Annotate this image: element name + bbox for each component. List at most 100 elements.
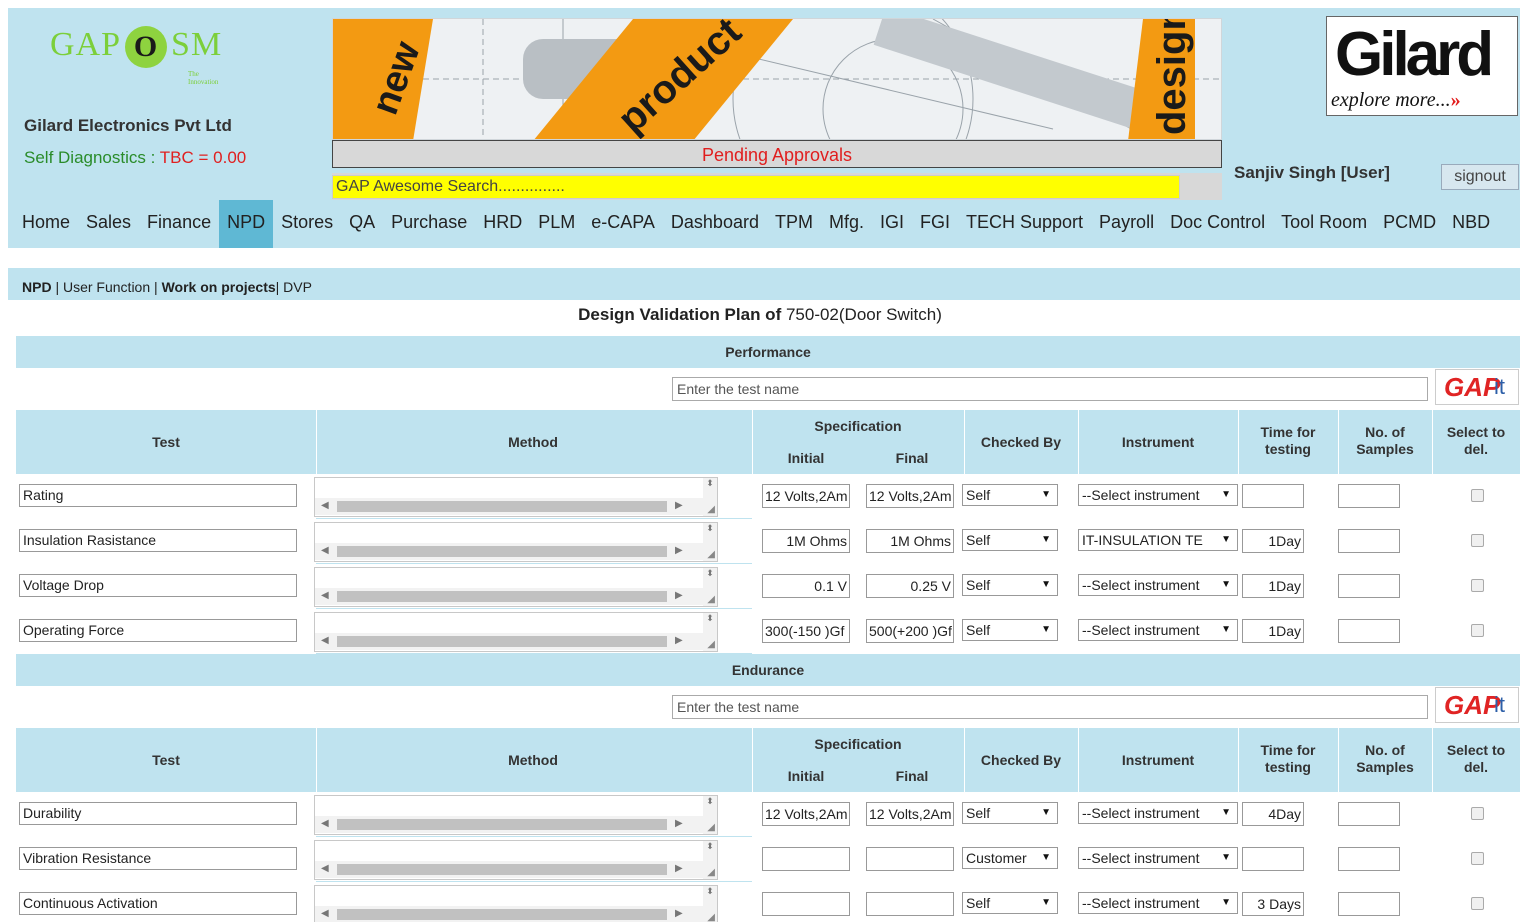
signout-button[interactable]: signout xyxy=(1441,164,1519,190)
delete-checkbox[interactable] xyxy=(1471,897,1484,910)
delete-checkbox[interactable] xyxy=(1471,579,1484,592)
spec-final-input[interactable]: 500(+200 )Gf xyxy=(866,619,954,643)
checked-by-select[interactable]: Customer ▼ xyxy=(962,847,1058,869)
spec-final-input[interactable]: 12 Volts,2Am xyxy=(866,802,954,826)
nav-item-doc-control[interactable]: Doc Control xyxy=(1162,200,1273,248)
spec-initial-input[interactable]: 300(-150 )Gf xyxy=(762,619,850,643)
resize-grip-icon[interactable]: ◢ xyxy=(707,822,715,833)
crumb-user-function[interactable]: User Function xyxy=(63,279,150,295)
test-name-input[interactable] xyxy=(672,377,1428,401)
samples-input[interactable] xyxy=(1338,529,1400,553)
resize-grip-icon[interactable]: ◢ xyxy=(707,549,715,560)
method-textarea[interactable]: ◀ ▶ ⬍ ◢ xyxy=(314,522,718,562)
nav-item-e-capa[interactable]: e-CAPA xyxy=(583,200,663,248)
samples-input[interactable] xyxy=(1338,574,1400,598)
instrument-select[interactable]: --Select instrument ▼ xyxy=(1078,847,1238,869)
nav-item-nbd[interactable]: NBD xyxy=(1444,200,1498,248)
test-name-field[interactable]: Continuous Activation xyxy=(19,892,297,915)
samples-input[interactable] xyxy=(1338,802,1400,826)
time-for-testing-input[interactable]: 3 Days xyxy=(1242,892,1304,916)
delete-checkbox[interactable] xyxy=(1471,534,1484,547)
test-name-field[interactable]: Insulation Rasistance xyxy=(19,529,297,552)
spec-final-input[interactable] xyxy=(866,847,954,871)
method-horizontal-scrollbar[interactable]: ◀ ▶ xyxy=(315,816,703,833)
test-name-input[interactable] xyxy=(672,695,1428,719)
scroll-thumb[interactable] xyxy=(337,501,667,512)
method-horizontal-scrollbar[interactable]: ◀ ▶ xyxy=(315,498,703,515)
scroll-left-icon[interactable]: ◀ xyxy=(321,590,329,601)
nav-item-plm[interactable]: PLM xyxy=(530,200,583,248)
scroll-left-icon[interactable]: ◀ xyxy=(321,863,329,874)
nav-item-finance[interactable]: Finance xyxy=(139,200,219,248)
spec-initial-input[interactable]: 12 Volts,2Am xyxy=(762,484,850,508)
scroll-right-icon[interactable]: ▶ xyxy=(675,500,683,511)
scroll-right-icon[interactable]: ▶ xyxy=(675,545,683,556)
nav-item-hrd[interactable]: HRD xyxy=(475,200,530,248)
pending-approvals-link[interactable]: Pending Approvals xyxy=(332,140,1222,168)
scroll-left-icon[interactable]: ◀ xyxy=(321,545,329,556)
scroll-right-icon[interactable]: ▶ xyxy=(675,590,683,601)
spec-final-input[interactable]: 0.25 V xyxy=(866,574,954,598)
time-for-testing-input[interactable] xyxy=(1242,847,1304,871)
instrument-select[interactable]: --Select instrument ▼ xyxy=(1078,484,1238,506)
gap-it-button[interactable]: GAP it xyxy=(1435,369,1519,405)
method-textarea[interactable]: ◀ ▶ ⬍ ◢ xyxy=(314,795,718,835)
spec-initial-input[interactable]: 1M Ohms xyxy=(762,529,850,553)
delete-checkbox[interactable] xyxy=(1471,624,1484,637)
scroll-thumb[interactable] xyxy=(337,909,667,920)
nav-item-pcmd[interactable]: PCMD xyxy=(1375,200,1444,248)
method-horizontal-scrollbar[interactable]: ◀ ▶ xyxy=(315,906,703,922)
scroll-thumb[interactable] xyxy=(337,546,667,557)
method-horizontal-scrollbar[interactable]: ◀ ▶ xyxy=(315,861,703,878)
gap-it-button[interactable]: GAP it xyxy=(1435,687,1519,723)
nav-item-stores[interactable]: Stores xyxy=(273,200,341,248)
nav-item-fgi[interactable]: FGI xyxy=(912,200,958,248)
scroll-right-icon[interactable]: ▶ xyxy=(675,818,683,829)
nav-item-tech-support[interactable]: TECH Support xyxy=(958,200,1091,248)
crumb-work-on-projects[interactable]: Work on projects xyxy=(162,279,276,295)
scroll-left-icon[interactable]: ◀ xyxy=(321,818,329,829)
spec-final-input[interactable]: 1M Ohms xyxy=(866,529,954,553)
spec-final-input[interactable]: 12 Volts,2Am xyxy=(866,484,954,508)
resize-grip-icon[interactable]: ◢ xyxy=(707,912,715,922)
nav-item-igi[interactable]: IGI xyxy=(872,200,912,248)
method-horizontal-scrollbar[interactable]: ◀ ▶ xyxy=(315,633,703,650)
checked-by-select[interactable]: Self ▼ xyxy=(962,529,1058,551)
awesome-search-input[interactable]: GAP Awesome Search............... xyxy=(332,175,1180,199)
checked-by-select[interactable]: Self ▼ xyxy=(962,892,1058,914)
nav-item-qa[interactable]: QA xyxy=(341,200,383,248)
scroll-thumb[interactable] xyxy=(337,636,667,647)
delete-checkbox[interactable] xyxy=(1471,489,1484,502)
time-for-testing-input[interactable] xyxy=(1242,484,1304,508)
checked-by-select[interactable]: Self ▼ xyxy=(962,802,1058,824)
method-horizontal-scrollbar[interactable]: ◀ ▶ xyxy=(315,588,703,605)
scroll-thumb[interactable] xyxy=(337,864,667,875)
samples-input[interactable] xyxy=(1338,847,1400,871)
nav-item-tpm[interactable]: TPM xyxy=(767,200,821,248)
scroll-right-icon[interactable]: ▶ xyxy=(675,635,683,646)
samples-input[interactable] xyxy=(1338,619,1400,643)
resize-grip-icon[interactable]: ◢ xyxy=(707,867,715,878)
scroll-thumb[interactable] xyxy=(337,819,667,830)
scroll-left-icon[interactable]: ◀ xyxy=(321,500,329,511)
scroll-right-icon[interactable]: ▶ xyxy=(675,908,683,919)
test-name-field[interactable]: Operating Force xyxy=(19,619,297,642)
gaposm-logo[interactable]: GAP O SM The Innovation xyxy=(50,26,222,86)
method-textarea[interactable]: ◀ ▶ ⬍ ◢ xyxy=(314,612,718,652)
instrument-select[interactable]: --Select instrument ▼ xyxy=(1078,619,1238,641)
resize-grip-icon[interactable]: ◢ xyxy=(707,504,715,515)
instrument-select[interactable]: IT-INSULATION TE ▼ xyxy=(1078,529,1238,551)
nav-item-home[interactable]: Home xyxy=(14,200,78,248)
test-name-field[interactable]: Vibration Resistance xyxy=(19,847,297,870)
test-name-field[interactable]: Voltage Drop xyxy=(19,574,297,597)
instrument-select[interactable]: --Select instrument ▼ xyxy=(1078,574,1238,596)
spec-initial-input[interactable]: 12 Volts,2Am xyxy=(762,802,850,826)
crumb-npd[interactable]: NPD xyxy=(22,279,52,295)
delete-checkbox[interactable] xyxy=(1471,852,1484,865)
resize-grip-icon[interactable]: ◢ xyxy=(707,639,715,650)
method-textarea[interactable]: ◀ ▶ ⬍ ◢ xyxy=(314,885,718,922)
time-for-testing-input[interactable]: 1Day xyxy=(1242,619,1304,643)
samples-input[interactable] xyxy=(1338,484,1400,508)
scroll-thumb[interactable] xyxy=(337,591,667,602)
nav-item-sales[interactable]: Sales xyxy=(78,200,139,248)
